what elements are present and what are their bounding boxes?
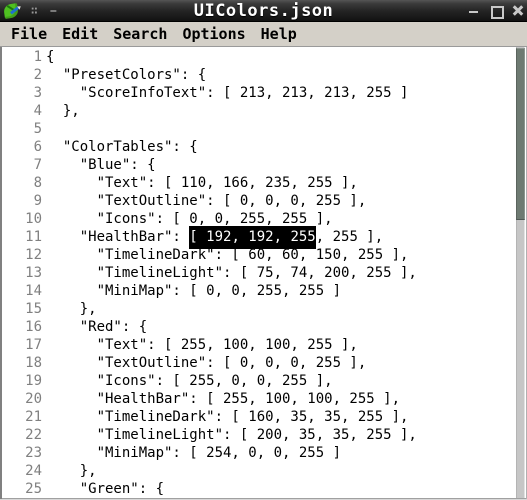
code-text: "MiniMap": [ 254, 0, 0, 255 ] (46, 445, 342, 461)
line-number: 3 (33, 85, 42, 101)
line-number: 16 (25, 319, 42, 335)
window-controls (468, 5, 523, 19)
code-text: "TimelineDark": [ 60, 60, 150, 255 ], (46, 247, 409, 263)
line-number: 7 (33, 157, 42, 173)
code-text: "PresetColors": { (46, 67, 207, 83)
line-number: 20 (25, 391, 42, 407)
code-line[interactable]: 15 }, (2, 300, 511, 318)
code-line[interactable]: 18 "TextOutline": [ 0, 0, 0, 255 ], (2, 354, 511, 372)
code-line[interactable]: 8 "Text": [ 110, 166, 235, 255 ], (2, 174, 511, 192)
code-line[interactable]: 6 "ColorTables": { (2, 138, 511, 156)
line-number: 8 (33, 175, 42, 191)
code-text: "TimelineLight": [ 200, 35, 35, 255 ], (46, 427, 417, 443)
code-line[interactable]: 9 "TextOutline": [ 0, 0, 0, 255 ], (2, 192, 511, 210)
code-text: "ScoreInfoText": [ 213, 213, 213, 255 ] (46, 85, 409, 101)
code-text: "Icons": [ 0, 0, 255, 255 ], (46, 211, 333, 227)
code-text: "TimelineDark": [ 160, 35, 35, 255 ], (46, 409, 409, 425)
line-number: 11 (25, 229, 42, 245)
code-line[interactable]: 22 "TimelineLight": [ 200, 35, 35, 255 ]… (2, 426, 511, 444)
code-text: "Blue": { (46, 157, 156, 173)
line-number: 22 (25, 427, 42, 443)
code-line[interactable]: 17 "Text": [ 255, 100, 100, 255 ], (2, 336, 511, 354)
code-line[interactable]: 16 "Red": { (2, 318, 511, 336)
code-text: "Green": { (46, 481, 165, 497)
maximize-icon[interactable] (490, 5, 504, 19)
code-text: , 255 ], (315, 229, 384, 245)
code-line[interactable]: 14 "MiniMap": [ 0, 0, 255, 255 ] (2, 282, 511, 300)
line-number: 14 (25, 283, 42, 299)
code-line[interactable]: 11 "HealthBar": [ 192, 192, 255, 255 ], (2, 228, 511, 247)
code-text: }, (46, 301, 97, 317)
code-text-area[interactable]: 1{2 "PresetColors": {3 "ScoreInfoText": … (2, 47, 511, 499)
editor-pane[interactable]: 1{2 "PresetColors": {3 "ScoreInfoText": … (0, 47, 527, 499)
line-number: 1 (33, 49, 42, 65)
line-number: 23 (25, 445, 42, 461)
code-line[interactable]: 10 "Icons": [ 0, 0, 255, 255 ], (2, 210, 511, 228)
notepad-leaf-pen-icon[interactable] (3, 2, 21, 19)
code-text: "Text": [ 255, 100, 100, 255 ], (46, 337, 358, 353)
code-text: "MiniMap": [ 0, 0, 255, 255 ] (46, 283, 342, 299)
code-line[interactable]: 19 "Icons": [ 255, 0, 0, 255 ], (2, 372, 511, 390)
line-number: 2 (33, 67, 42, 83)
menu-bar: File Edit Search Options Help (0, 22, 527, 47)
code-line[interactable]: 24 }, (2, 462, 511, 480)
menu-item-search[interactable]: Search (106, 23, 175, 45)
line-number: 19 (25, 373, 42, 389)
line-number: 17 (25, 337, 42, 353)
line-number: 6 (33, 139, 42, 155)
line-number: 18 (25, 355, 42, 371)
code-text: "HealthBar": [ 255, 100, 100, 255 ], (46, 391, 401, 407)
window-title: UIColors.json (193, 0, 334, 21)
window-menu-dots-icon[interactable]: ∷ (31, 5, 38, 16)
editor-bottom-edge (2, 498, 526, 499)
code-line[interactable]: 2 "PresetColors": { (2, 66, 511, 84)
code-text: "TimelineLight": [ 75, 74, 200, 255 ], (46, 265, 417, 281)
close-icon[interactable] (512, 5, 523, 16)
code-line[interactable]: 23 "MiniMap": [ 254, 0, 0, 255 ] (2, 444, 511, 462)
menu-item-edit[interactable]: Edit (55, 23, 106, 45)
code-text: "Text": [ 110, 166, 235, 255 ], (46, 175, 358, 191)
menu-item-options[interactable]: Options (175, 23, 253, 45)
code-line[interactable]: 25 "Green": { (2, 480, 511, 498)
code-line[interactable]: 3 "ScoreInfoText": [ 213, 213, 213, 255 … (2, 84, 511, 102)
scrollbar-thumb[interactable] (516, 48, 525, 220)
line-number: 13 (25, 265, 42, 281)
code-line[interactable]: 7 "Blue": { (2, 156, 511, 174)
code-text: "TextOutline": [ 0, 0, 0, 255 ], (46, 193, 367, 209)
code-text: "ColorTables": { (46, 139, 198, 155)
minimize-icon[interactable] (468, 5, 479, 16)
vertical-scrollbar[interactable] (511, 47, 526, 499)
code-text: { (46, 49, 55, 65)
code-text: "Icons": [ 255, 0, 0, 255 ], (46, 373, 333, 389)
application-window: ∷ ⎯ UIColors.json File Edit Search Optio… (0, 0, 527, 500)
code-text: "Red": { (46, 319, 148, 335)
title-bar[interactable]: ∷ ⎯ UIColors.json (0, 0, 527, 22)
line-number: 15 (25, 301, 42, 317)
line-number: 10 (25, 211, 42, 227)
line-number: 12 (25, 247, 42, 263)
code-line[interactable]: 13 "TimelineLight": [ 75, 74, 200, 255 ]… (2, 264, 511, 282)
code-line[interactable]: 12 "TimelineDark": [ 60, 60, 150, 255 ], (2, 246, 511, 264)
line-number: 21 (25, 409, 42, 425)
menu-item-help[interactable]: Help (254, 23, 305, 45)
line-number: 4 (33, 103, 42, 119)
line-number: 24 (25, 463, 42, 479)
code-line[interactable]: 20 "HealthBar": [ 255, 100, 100, 255 ], (2, 390, 511, 408)
code-text: "TextOutline": [ 0, 0, 0, 255 ], (46, 355, 367, 371)
code-line[interactable]: 1{ (2, 48, 511, 66)
code-line[interactable]: 21 "TimelineDark": [ 160, 35, 35, 255 ], (2, 408, 511, 426)
code-line[interactable]: 5 (2, 120, 511, 138)
code-line[interactable]: 4 }, (2, 102, 511, 120)
line-number: 25 (25, 481, 42, 497)
code-text: }, (46, 103, 80, 119)
menu-item-file[interactable]: File (4, 23, 55, 45)
code-text: }, (46, 463, 97, 479)
line-number: 5 (33, 121, 42, 137)
window-dash-icon[interactable]: ⎯ (51, 5, 57, 16)
line-number: 9 (33, 193, 42, 209)
selected-text[interactable]: [ 192, 192, 255 (189, 228, 317, 247)
code-text: "HealthBar": (46, 229, 190, 245)
